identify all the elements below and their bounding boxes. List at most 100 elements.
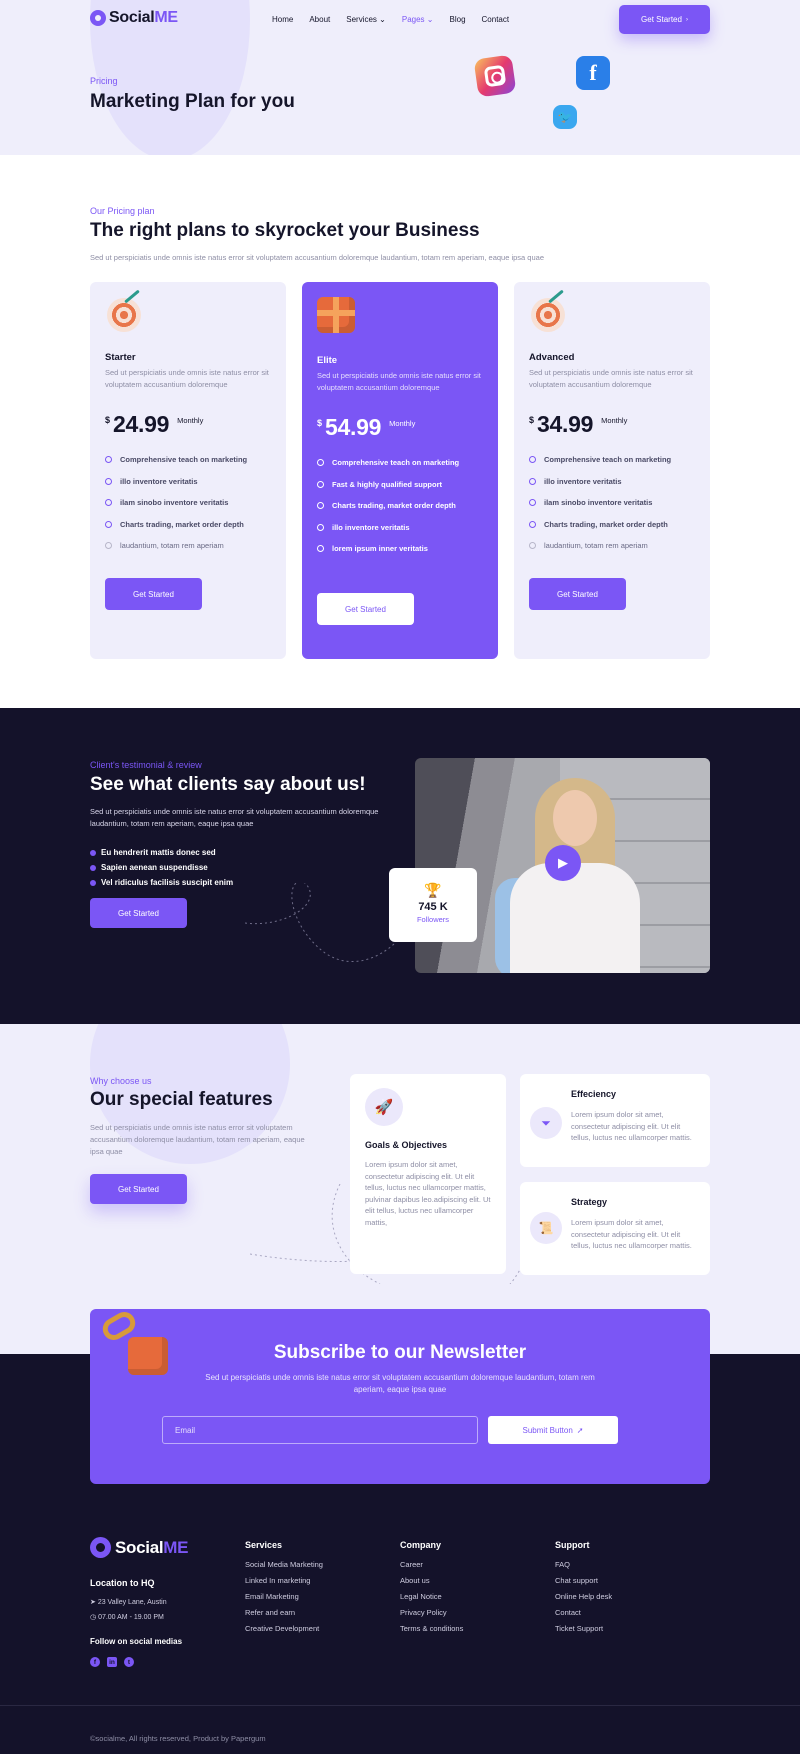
trophy-icon: 🏆 [424,882,442,898]
feature-title: Strategy [571,1197,608,1207]
link-icon [90,879,96,886]
feature-title: Goals & Objectives [365,1140,448,1150]
footer-links-services: Social Media Marketing Linked In marketi… [245,1560,323,1640]
plan-features: Comprehensive teach on marketing illo in… [105,454,275,562]
header-get-started-button[interactable]: Get Started › [619,5,710,34]
plan-features: Comprehensive teach on marketing Fast & … [317,457,487,565]
nav-about[interactable]: About [309,15,330,24]
gift-box-icon [317,297,357,337]
footer-col-title: Support [555,1540,590,1550]
feature-item: illo inventore veritatis [529,476,699,488]
nav-home[interactable]: Home [272,15,293,24]
feature-item: laudantium, totam rem aperiam [529,540,699,552]
footer-link[interactable]: Terms & conditions [400,1624,463,1633]
nav-contact[interactable]: Contact [482,15,510,24]
section-title: See what clients say about us! [90,774,366,795]
facebook-icon: f [576,56,610,90]
footer-col-title: Services [245,1540,283,1550]
section-label: Our Pricing plan [90,206,155,216]
check-circle-icon [105,499,112,506]
copyright: ©socialme, All rights reserved, Product … [90,1734,266,1743]
check-circle-icon [317,480,324,488]
plan-name: Elite [317,355,338,366]
pricing-card-starter: Starter Sed ut perspiciatis unde omnis i… [90,282,286,659]
plan-price: $54.99 Monthly [317,414,416,440]
clock-icon: ◷ [90,1614,97,1621]
section-subtitle: Sed ut perspiciatis unde omnis iste natu… [90,253,544,262]
linkedin-icon[interactable]: in [107,1657,117,1667]
footer-link[interactable]: FAQ [555,1560,612,1569]
starter-get-started-button[interactable]: Get Started [105,578,202,610]
footer-link[interactable]: Linked In marketing [245,1576,323,1585]
check-circle-icon [529,520,536,528]
footer-link[interactable]: Online Help desk [555,1592,612,1601]
footer-link[interactable]: Career [400,1560,463,1569]
feature-title: Effeciency [571,1089,617,1099]
feature-description: Lorem ipsum dolor sit amet, consectetur … [365,1160,491,1227]
plan-price: $24.99 Monthly [105,411,204,437]
bullet-item: Sapien aenean suspendisse [90,863,233,872]
submit-button[interactable]: Submit Button ➚ [488,1416,618,1444]
check-circle-icon [529,542,536,549]
rocket-icon: 🚀 [365,1088,403,1126]
target-icon [107,298,147,338]
plan-features: Comprehensive teach on marketing illo in… [529,454,699,562]
feature-item: laudantium, totam rem aperiam [105,540,275,552]
footer-link[interactable]: About us [400,1576,463,1585]
feature-card-strategy: 📜 Strategy Lorem ipsum dolor sit amet, c… [520,1182,710,1275]
footer-link[interactable]: Contact [555,1608,612,1617]
facebook-icon[interactable]: f [90,1657,100,1667]
bullet-item: Vel ridiculus facilisis suscipit enim [90,878,233,887]
footer-link[interactable]: Legal Notice [400,1592,463,1601]
testimonial-section: Client's testimonial & review See what c… [0,708,800,1024]
footer-links-company: Career About us Legal Notice Privacy Pol… [400,1560,463,1640]
email-field[interactable] [162,1416,478,1444]
footer-link[interactable]: Social Media Marketing [245,1560,323,1569]
check-circle-icon [105,477,112,485]
pricing-card-elite: Elite Sed ut perspiciatis unde omnis ist… [302,282,498,659]
feature-card-efficiency: ⏷ Effeciency Lorem ipsum dolor sit amet,… [520,1074,710,1167]
link-icon [90,849,96,856]
feature-item: ilam sinobo inventore veritatis [105,497,275,509]
plan-description: Sed ut perspiciatis unde omnis iste natu… [317,371,481,392]
play-icon[interactable]: ▶ [545,845,581,881]
hours: ◷ 07.00 AM - 19.00 PM [90,1614,164,1621]
pricing-section: Our Pricing plan The right plans to skyr… [0,155,800,708]
arrow-icon: › [685,16,688,23]
footer-link[interactable]: Ticket Support [555,1624,612,1633]
newsletter-title: Subscribe to our Newsletter [273,1342,527,1363]
twitter-icon: 🐦 [553,105,577,129]
section-label: Client's testimonial & review [90,760,202,770]
features-get-started-button[interactable]: Get Started [90,1174,187,1204]
link-icon [90,864,96,871]
testimonial-get-started-button[interactable]: Get Started [90,898,187,928]
follow-title: Follow on social medias [90,1637,183,1646]
footer-logo[interactable]: SocialME [90,1537,188,1558]
elite-get-started-button[interactable]: Get Started [317,593,414,625]
logo[interactable]: SocialME [90,9,178,27]
newsletter-subtitle: Sed ut perspiciatis unde omnis iste natu… [205,1373,595,1394]
chevron-down-icon: ⌄ [379,15,386,24]
twitter-icon[interactable]: t [124,1657,134,1667]
footer-link[interactable]: Privacy Policy [400,1608,463,1617]
target-icon [531,298,571,338]
footer-link[interactable]: Chat support [555,1576,612,1585]
nav-services[interactable]: Services ⌄ [346,15,386,24]
section-subtitle: Sed ut perspiciatis unde omnis iste natu… [90,1123,305,1156]
logo-pin-icon [90,10,106,26]
feature-item: Charts trading, market order depth [105,519,275,531]
footer-link[interactable]: Creative Development [245,1624,323,1633]
check-circle-icon [105,542,112,549]
footer-link[interactable]: Refer and earn [245,1608,323,1617]
feature-item: Comprehensive teach on marketing [529,454,699,466]
footer-divider [0,1705,800,1706]
nav-blog[interactable]: Blog [450,15,466,24]
hero-title: Marketing Plan for you [90,91,295,112]
feature-item: Charts trading, market order depth [317,500,487,512]
plan-description: Sed ut perspiciatis unde omnis iste natu… [529,368,693,389]
footer-link[interactable]: Email Marketing [245,1592,323,1601]
plan-name: Advanced [529,352,575,363]
advanced-get-started-button[interactable]: Get Started [529,578,626,610]
newsletter-box: Subscribe to our Newsletter Sed ut persp… [90,1307,710,1484]
nav-pages[interactable]: Pages ⌄ [402,15,434,24]
